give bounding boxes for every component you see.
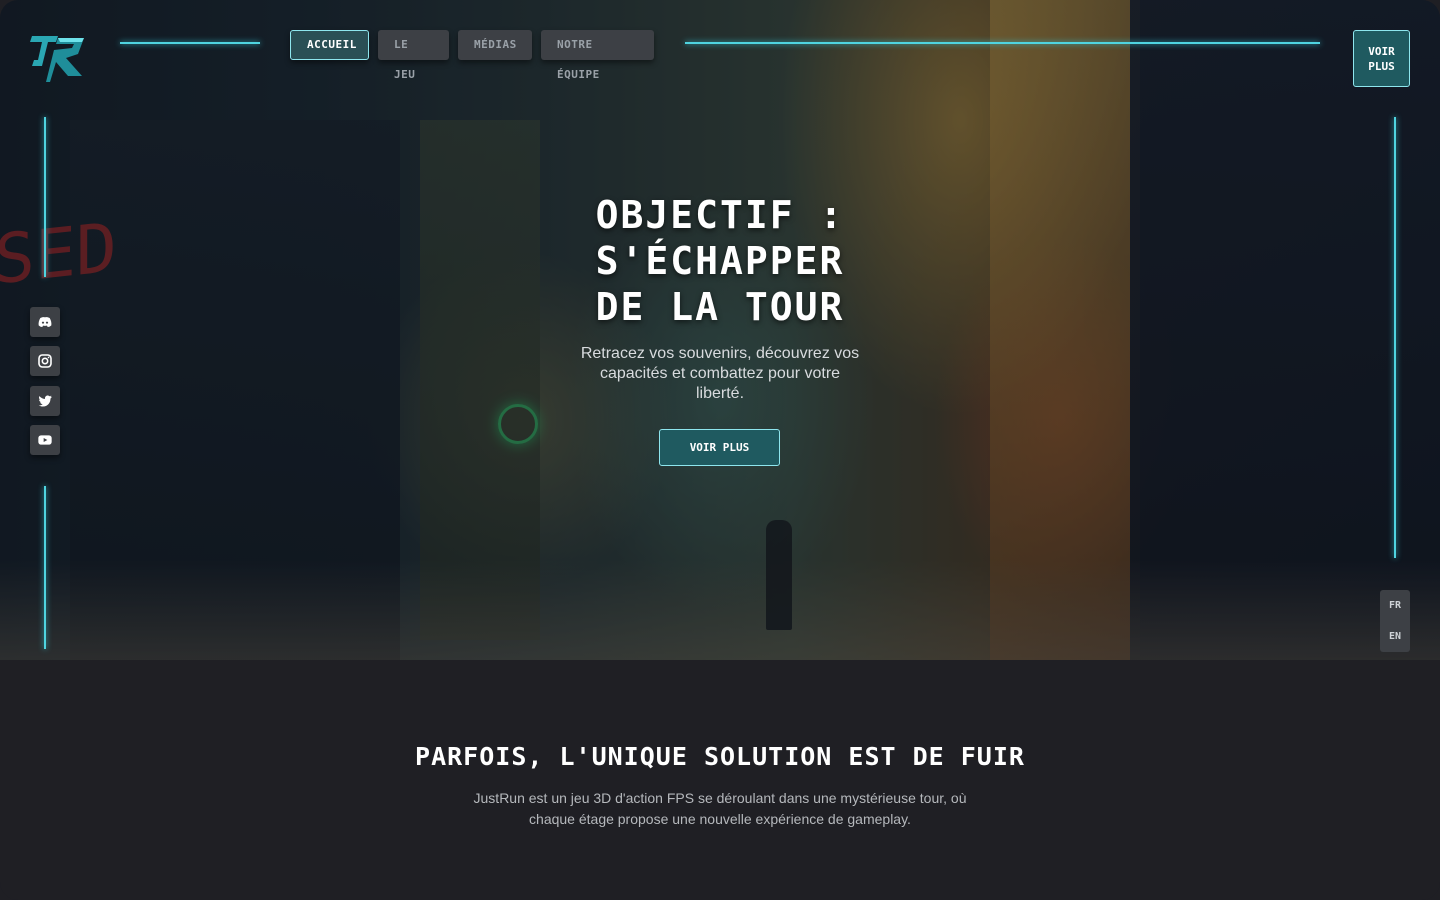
right-line — [1394, 117, 1396, 558]
section-title: PARFOIS, L'UNIQUE SOLUTION EST DE FUIR — [415, 742, 1025, 771]
nav-accueil[interactable]: Accueil — [290, 30, 369, 60]
hero-title-line-1: OBJECTIF : — [595, 193, 845, 237]
voir-plus-top-button[interactable]: Voir plus — [1353, 30, 1410, 87]
nav-medias[interactable]: Médias — [458, 30, 532, 60]
hero-overlay — [0, 0, 1440, 660]
instagram-button[interactable] — [30, 346, 60, 376]
youtube-icon — [38, 435, 52, 445]
nav-line-right — [685, 42, 1320, 44]
lang-fr-button[interactable]: FR — [1380, 590, 1410, 622]
discord-icon — [38, 317, 52, 327]
hero-subtitle: Retracez vos souvenirs, découvrez vos ca… — [580, 345, 860, 402]
lang-en-button[interactable]: EN — [1380, 621, 1410, 652]
section-description: JustRun est un jeu 3D d'action FPS se dé… — [473, 790, 967, 827]
hero-title-line-3: DE LA TOUR — [595, 285, 845, 329]
left-line-top — [44, 117, 46, 277]
twitter-button[interactable] — [30, 386, 60, 416]
hero-section: SED — [0, 0, 1440, 660]
hero-voir-plus-button[interactable]: Voir plus — [659, 429, 780, 466]
discord-button[interactable] — [30, 307, 60, 337]
logo-icon — [30, 36, 84, 82]
page-frame: SED Accueil Le jeu Médias Notre équipe V… — [0, 0, 1440, 900]
twitter-icon — [38, 395, 52, 407]
justrun-logo[interactable] — [28, 30, 88, 84]
hero-title: OBJECTIF : S'ÉCHAPPER DE LA TOUR — [520, 192, 920, 330]
instagram-icon — [38, 354, 52, 368]
hero-title-line-2: S'ÉCHAPPER — [595, 239, 845, 283]
nav-line-left — [120, 42, 260, 44]
nav-le-jeu[interactable]: Le jeu — [378, 30, 449, 81]
nav-notre-equipe[interactable]: Notre équipe — [541, 30, 654, 81]
left-line-bottom — [44, 486, 46, 649]
youtube-button[interactable] — [30, 425, 60, 455]
